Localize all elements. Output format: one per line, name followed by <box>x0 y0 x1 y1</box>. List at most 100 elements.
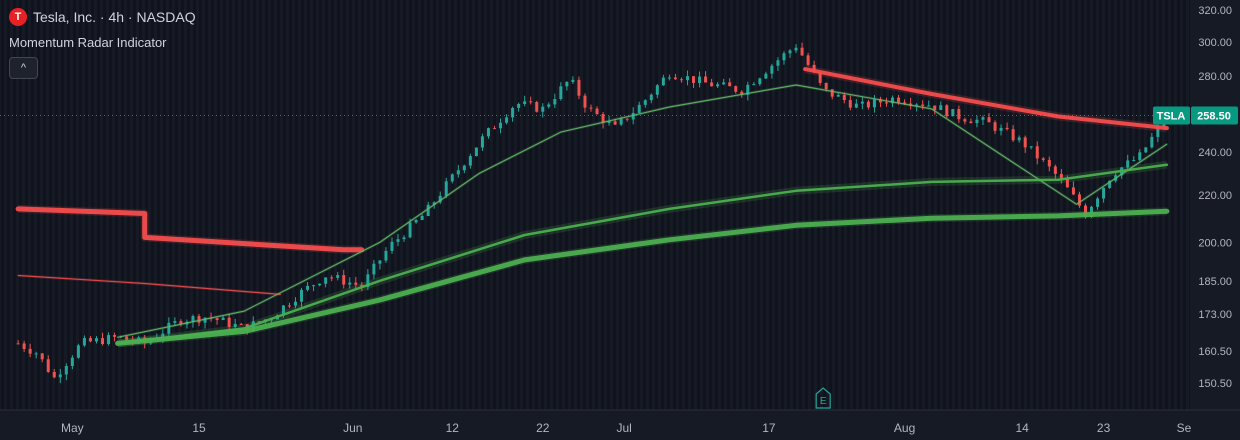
candle-body <box>1096 198 1100 207</box>
candle-body <box>776 60 780 66</box>
session-stripe <box>235 0 238 410</box>
session-stripe <box>163 0 166 410</box>
candle <box>125 335 129 341</box>
session-stripe <box>181 0 184 410</box>
candle-body <box>221 317 225 321</box>
session-stripe <box>175 0 178 410</box>
session-stripe <box>583 0 586 410</box>
candle-body <box>848 100 852 108</box>
candle-body <box>480 136 484 148</box>
session-stripe <box>973 0 976 410</box>
candle-body <box>547 104 551 107</box>
candle-body <box>408 222 412 238</box>
session-stripe <box>481 0 484 410</box>
collapse-indicators-button[interactable]: ^ <box>9 57 38 79</box>
session-stripe <box>109 0 112 410</box>
session-stripe <box>643 0 646 410</box>
candle-body <box>505 117 509 123</box>
candle-body <box>637 104 641 113</box>
y-tick-label: 220.00 <box>1198 190 1232 202</box>
session-stripe <box>1177 0 1180 410</box>
session-stripe <box>229 0 232 410</box>
x-tick-label: Jun <box>343 421 362 435</box>
candle-body <box>535 102 539 112</box>
candle-body <box>854 103 858 108</box>
session-stripe <box>1009 0 1012 410</box>
candle-body <box>167 322 171 334</box>
session-stripe <box>517 0 520 410</box>
session-stripe <box>151 0 154 410</box>
candle-body <box>426 204 430 216</box>
session-stripe <box>835 0 838 410</box>
price-chart[interactable]: 320.00300.00280.00260.00240.00220.00200.… <box>0 0 1240 440</box>
session-stripe <box>445 0 448 410</box>
session-stripe <box>541 0 544 410</box>
session-stripe <box>661 0 664 410</box>
candle-body <box>716 84 720 87</box>
candle-body <box>975 119 979 124</box>
candle <box>577 76 581 100</box>
candle-body <box>523 101 527 104</box>
session-stripe <box>1051 0 1054 410</box>
candle-body <box>571 79 575 82</box>
symbol-title[interactable]: Tesla, Inc. · 4h · NASDAQ <box>33 9 196 25</box>
candle-body <box>987 117 991 123</box>
session-stripe <box>241 0 244 410</box>
candle-body <box>927 105 931 107</box>
candle-body <box>293 301 297 306</box>
indicator-name[interactable]: Momentum Radar Indicator <box>9 35 167 50</box>
candle-body <box>957 109 961 120</box>
session-stripe <box>547 0 550 410</box>
session-stripe <box>1021 0 1024 410</box>
session-stripe <box>1105 0 1108 410</box>
candle-body <box>233 323 237 327</box>
session-stripe <box>511 0 514 410</box>
session-stripe <box>355 0 358 410</box>
session-stripe <box>259 0 262 410</box>
symbol-tag-label: TSLA <box>1157 111 1186 123</box>
candle-body <box>70 357 74 367</box>
session-stripe <box>823 0 826 410</box>
session-stripe <box>1027 0 1030 410</box>
candle-body <box>589 107 593 109</box>
candle-body <box>1023 137 1027 148</box>
candle-body <box>1011 129 1015 141</box>
candle-body <box>197 316 201 323</box>
candle-body <box>613 121 617 125</box>
x-tick-label: Aug <box>894 421 915 435</box>
session-stripe <box>289 0 292 410</box>
candle-body <box>420 215 424 220</box>
session-stripe <box>397 0 400 410</box>
candle-body <box>679 79 683 81</box>
session-stripe <box>319 0 322 410</box>
session-stripe <box>187 0 190 410</box>
candle-body <box>559 86 563 100</box>
session-stripe <box>613 0 616 410</box>
session-stripe <box>1153 0 1156 410</box>
session-stripe <box>751 0 754 410</box>
candle-body <box>378 260 382 264</box>
session-stripe <box>103 0 106 410</box>
session-stripe <box>1015 0 1018 410</box>
candle-body <box>113 335 117 337</box>
session-stripe <box>367 0 370 410</box>
price-axis[interactable] <box>1190 0 1240 440</box>
session-stripe <box>829 0 832 410</box>
session-stripe <box>859 0 862 410</box>
candle-body <box>215 318 219 321</box>
candle-body <box>565 81 569 87</box>
candle-body <box>499 122 503 129</box>
x-tick-label: 17 <box>762 421 776 435</box>
session-stripe <box>529 0 532 410</box>
candle-body <box>227 317 231 327</box>
session-stripe <box>739 0 742 410</box>
session-stripe <box>499 0 502 410</box>
chart-header: T Tesla, Inc. · 4h · NASDAQ <box>9 8 196 26</box>
candle-body <box>107 335 111 345</box>
candle-body <box>342 275 346 285</box>
y-tick-label: 150.50 <box>1198 378 1232 390</box>
candle-body <box>553 99 557 105</box>
candle-body <box>474 147 478 157</box>
session-stripe <box>325 0 328 410</box>
session-stripe <box>763 0 766 410</box>
